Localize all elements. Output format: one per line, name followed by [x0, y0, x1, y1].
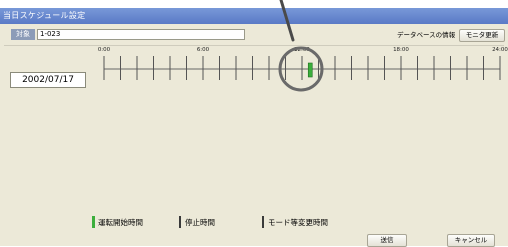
hour-label: 6:00 — [197, 47, 210, 53]
ruler-ticks — [103, 56, 501, 80]
start-time-marker[interactable] — [307, 62, 313, 78]
annotation-pointer — [279, 0, 295, 42]
hour-label: 24:00 — [492, 47, 508, 53]
timeline-ruler[interactable]: 0:00 6:00 12:00 18:00 24:00 — [0, 0, 508, 246]
timeline-events[interactable] — [307, 62, 313, 78]
hour-label: 0:00 — [98, 47, 111, 53]
hour-label: 18:00 — [393, 47, 409, 53]
